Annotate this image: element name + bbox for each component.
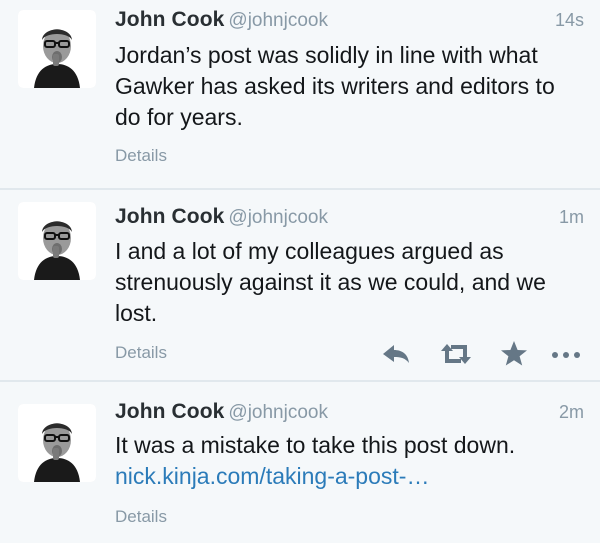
avatar-portrait (18, 10, 96, 88)
avatar[interactable] (18, 404, 96, 482)
tweet-actions (378, 339, 584, 369)
avatar[interactable] (18, 202, 96, 280)
tweet-card[interactable]: John Cook @johnjcook 1m I and a lot of my… (0, 192, 600, 382)
more-icon[interactable] (550, 339, 582, 369)
tweet-header: John Cook @johnjcook 14s (115, 8, 584, 38)
avatar-portrait (18, 202, 96, 280)
author-handle[interactable]: @johnjcook (228, 402, 328, 423)
author-handle[interactable]: @johnjcook (228, 207, 328, 228)
timestamp[interactable]: 1m (559, 207, 584, 228)
avatar-portrait (18, 404, 96, 482)
tweet-card[interactable]: John Cook @johnjcook 14s Jordan’s post wa… (0, 0, 600, 190)
author-name[interactable]: John Cook (115, 205, 224, 228)
author-handle[interactable]: @johnjcook (228, 10, 328, 31)
tweet-card[interactable]: John Cook @johnjcook 2m It was a mistake … (0, 384, 600, 543)
author-name[interactable]: John Cook (115, 400, 224, 423)
retweet-icon[interactable] (439, 339, 473, 369)
tweet-text-line: It was a mistake to take this post down. (115, 432, 516, 458)
tweet-text: It was a mistake to take this post down.… (115, 430, 585, 492)
tweet-header: John Cook @johnjcook 1m (115, 205, 584, 235)
tweet-header: John Cook @johnjcook 2m (115, 400, 584, 430)
timestamp[interactable]: 14s (555, 10, 584, 31)
details-link[interactable]: Details (115, 146, 167, 166)
timestamp[interactable]: 2m (559, 402, 584, 423)
tweet-link[interactable]: nick.kinja.com/taking-a-post-… (115, 463, 429, 489)
details-link[interactable]: Details (115, 343, 167, 363)
star-icon[interactable] (499, 339, 529, 369)
tweet-text: Jordan’s post was solidly in line with w… (115, 42, 555, 130)
details-link[interactable]: Details (115, 507, 167, 527)
reply-icon[interactable] (380, 339, 412, 369)
tweet-text: I and a lot of my colleagues argued as s… (115, 238, 546, 326)
tweet-timeline: John Cook @johnjcook 14s Jordan’s post wa… (0, 0, 600, 543)
avatar[interactable] (18, 10, 96, 88)
author-name[interactable]: John Cook (115, 8, 224, 31)
